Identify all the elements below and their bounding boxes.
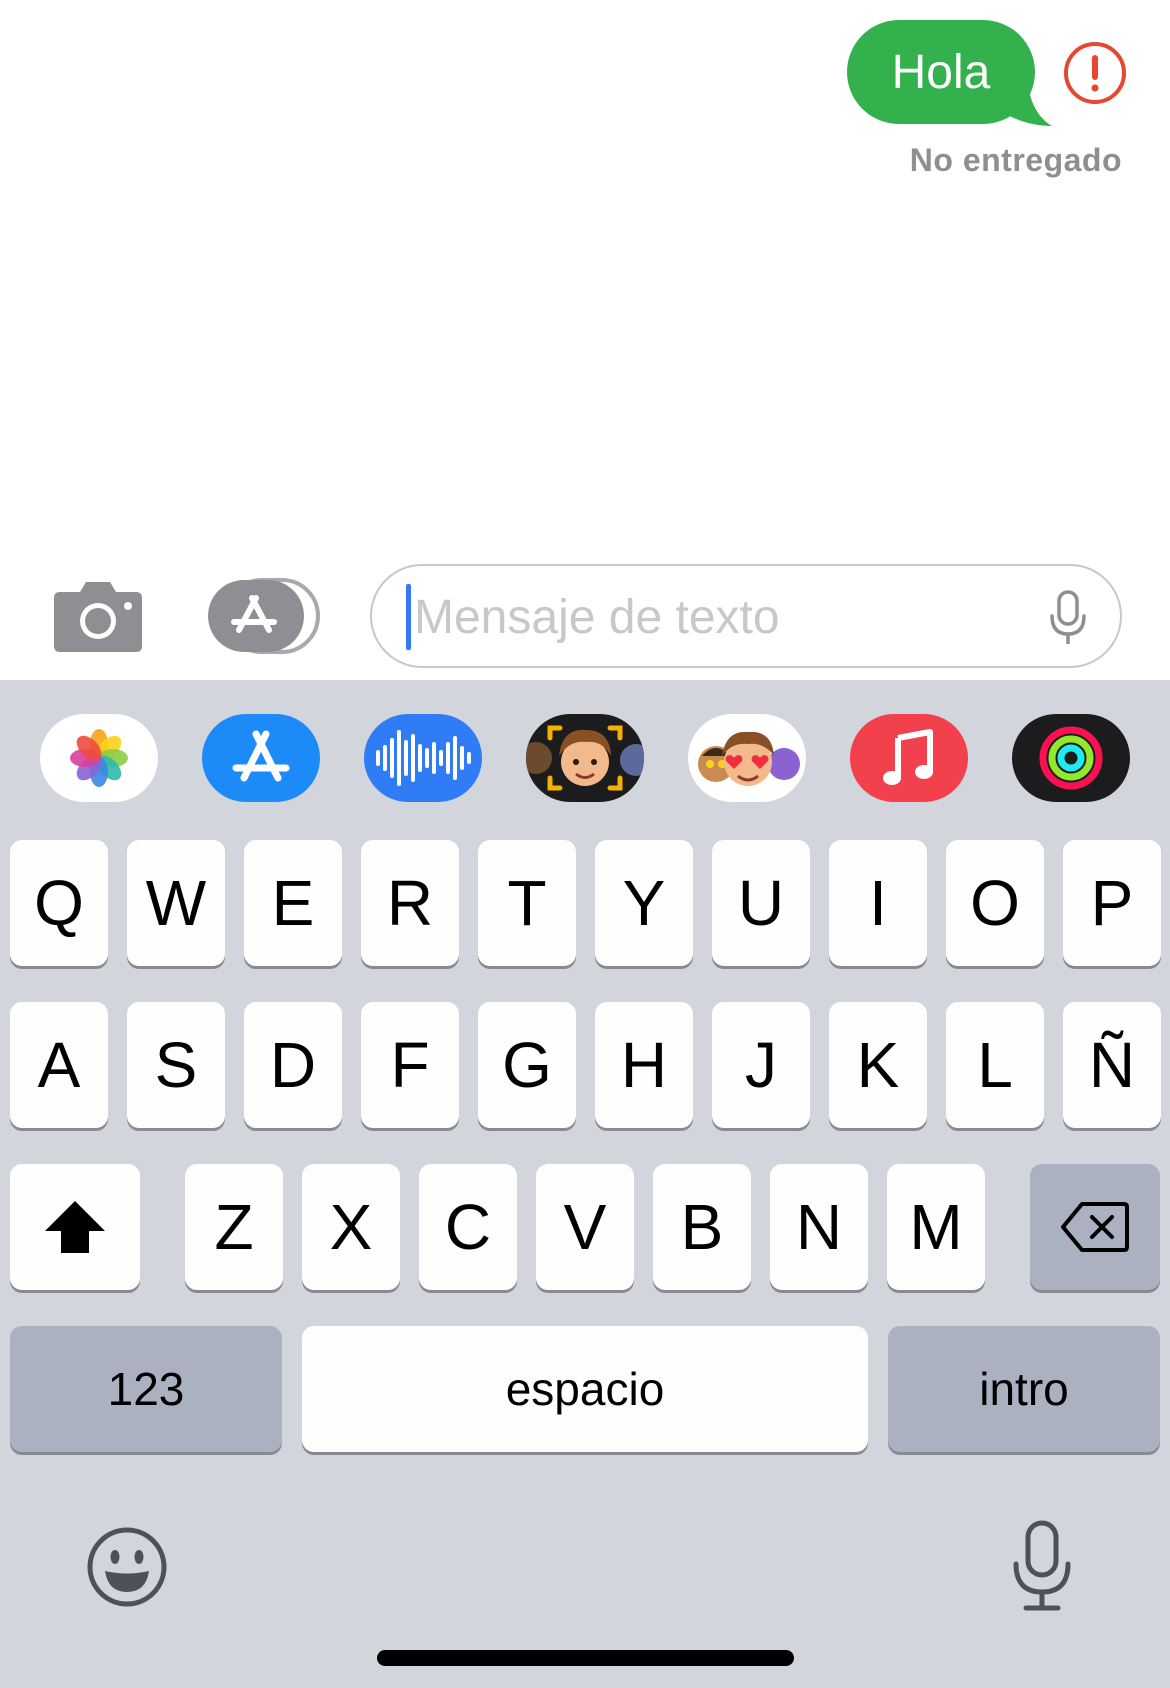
app-activity[interactable] bbox=[1012, 714, 1130, 802]
key-x[interactable]: X bbox=[302, 1164, 400, 1290]
exclamation-circle-icon[interactable] bbox=[1062, 40, 1128, 106]
app-audio-message[interactable] bbox=[364, 714, 482, 802]
key-n-tilde[interactable]: Ñ bbox=[1063, 1002, 1161, 1128]
app-store-icon[interactable] bbox=[206, 578, 320, 654]
key-v[interactable]: V bbox=[536, 1164, 634, 1290]
delete-key[interactable] bbox=[1030, 1164, 1160, 1290]
delivery-status: No entregado bbox=[909, 142, 1122, 178]
home-indicator[interactable] bbox=[377, 1650, 794, 1666]
key-a[interactable]: A bbox=[10, 1002, 108, 1128]
key-n[interactable]: N bbox=[770, 1164, 868, 1290]
key-c[interactable]: C bbox=[419, 1164, 517, 1290]
app-photos[interactable] bbox=[40, 714, 158, 802]
shift-key[interactable] bbox=[10, 1164, 140, 1290]
app-memoji-camera[interactable] bbox=[526, 714, 644, 802]
key-o[interactable]: O bbox=[946, 840, 1044, 966]
key-u[interactable]: U bbox=[712, 840, 810, 966]
key-d[interactable]: D bbox=[244, 1002, 342, 1128]
text-cursor bbox=[406, 584, 411, 650]
app-memoji-stickers[interactable] bbox=[688, 714, 806, 802]
keyboard: Q W E R T Y U I O P A S D F G H J K L Ñ … bbox=[0, 680, 1170, 1688]
return-key[interactable]: intro bbox=[888, 1326, 1160, 1452]
key-h[interactable]: H bbox=[595, 1002, 693, 1128]
delete-backspace-icon bbox=[1061, 1202, 1129, 1252]
key-b[interactable]: B bbox=[653, 1164, 751, 1290]
app-store[interactable] bbox=[202, 714, 320, 802]
message-input[interactable]: Mensaje de texto bbox=[370, 564, 1122, 668]
bubble-tail bbox=[1000, 84, 1052, 126]
message-placeholder: Mensaje de texto bbox=[414, 591, 780, 644]
audio-message-icon bbox=[376, 730, 471, 786]
activity-icon bbox=[1039, 726, 1103, 790]
space-key[interactable]: espacio bbox=[302, 1326, 868, 1452]
key-e[interactable]: E bbox=[244, 840, 342, 966]
key-f[interactable]: F bbox=[361, 1002, 459, 1128]
microphone-icon[interactable] bbox=[1010, 1520, 1074, 1612]
key-m[interactable]: M bbox=[887, 1164, 985, 1290]
key-i[interactable]: I bbox=[829, 840, 927, 966]
memoji-stickers-icon bbox=[698, 731, 800, 786]
key-l[interactable]: L bbox=[946, 1002, 1044, 1128]
key-k[interactable]: K bbox=[829, 1002, 927, 1128]
key-q[interactable]: Q bbox=[10, 840, 108, 966]
key-w[interactable]: W bbox=[127, 840, 225, 966]
app-store-icon bbox=[232, 730, 290, 782]
key-g[interactable]: G bbox=[478, 1002, 576, 1128]
microphone-icon[interactable] bbox=[1048, 590, 1088, 646]
music-icon bbox=[883, 729, 933, 785]
key-z[interactable]: Z bbox=[185, 1164, 283, 1290]
key-s[interactable]: S bbox=[127, 1002, 225, 1128]
numbers-key[interactable]: 123 bbox=[10, 1326, 282, 1452]
key-r[interactable]: R bbox=[361, 840, 459, 966]
camera-icon[interactable] bbox=[52, 580, 144, 652]
shift-icon bbox=[45, 1201, 105, 1253]
emoji-icon[interactable] bbox=[86, 1526, 168, 1608]
key-t[interactable]: T bbox=[478, 840, 576, 966]
key-p[interactable]: P bbox=[1063, 840, 1161, 966]
key-y[interactable]: Y bbox=[595, 840, 693, 966]
photos-icon bbox=[70, 729, 128, 787]
memoji-camera-icon bbox=[526, 725, 644, 791]
message-text: Hola bbox=[891, 45, 991, 99]
key-j[interactable]: J bbox=[712, 1002, 810, 1128]
conversation-area: Hola No entregado Mensaje de texto bbox=[0, 0, 1170, 668]
app-music[interactable] bbox=[850, 714, 968, 802]
